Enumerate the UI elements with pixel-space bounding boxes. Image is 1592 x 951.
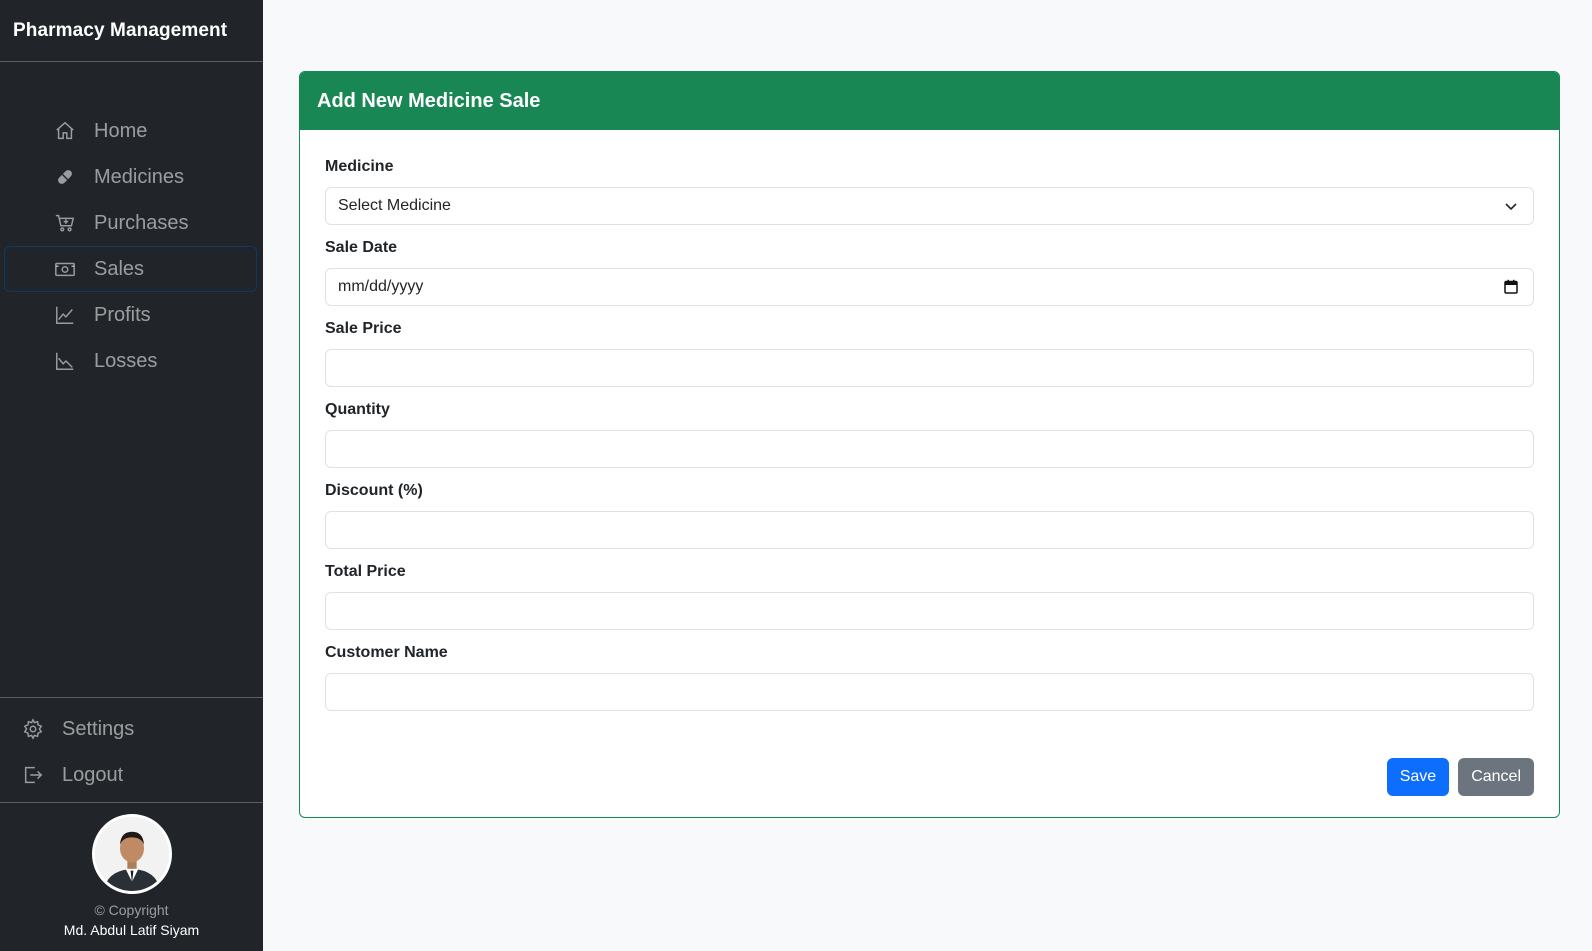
logout-icon xyxy=(22,764,44,786)
author-name: Md. Abdul Latif Siyam xyxy=(63,922,200,938)
customer-name-field: Customer Name xyxy=(325,644,1534,711)
total-price-input[interactable] xyxy=(325,592,1534,630)
calendar-icon[interactable] xyxy=(1503,279,1519,295)
medicine-select[interactable]: Select Medicine xyxy=(325,187,1534,225)
sale-date-placeholder: mm/dd/yyyy xyxy=(338,278,424,295)
sidebar-item-label: Home xyxy=(94,119,148,142)
total-price-field: Total Price xyxy=(325,563,1534,630)
sidebar-item-settings[interactable]: Settings xyxy=(0,706,263,752)
chevron-down-icon xyxy=(1503,198,1519,214)
sidebar-item-label: Settings xyxy=(62,717,135,740)
sidebar-nav: Home Medicines Purchases Sales Profits L… xyxy=(4,108,257,384)
field-label: Total Price xyxy=(325,563,406,580)
quantity-field: Quantity xyxy=(325,401,1534,468)
sidebar-item-label: Profits xyxy=(94,303,151,326)
quantity-input[interactable] xyxy=(325,430,1534,468)
sidebar-item-home[interactable]: Home xyxy=(4,108,257,154)
card-title: Add New Medicine Sale xyxy=(300,72,1559,130)
field-label: Discount (%) xyxy=(325,482,423,499)
field-label: Customer Name xyxy=(325,644,448,661)
sidebar-item-label: Sales xyxy=(94,257,145,280)
sidebar-item-sales[interactable]: Sales xyxy=(4,246,257,292)
medicine-select-value: Select Medicine xyxy=(338,197,451,214)
sale-date-field: Sale Date mm/dd/yyyy xyxy=(325,239,1534,306)
sidebar-item-medicines[interactable]: Medicines xyxy=(4,154,257,200)
capsule-icon xyxy=(54,166,76,188)
avatar xyxy=(91,814,172,894)
sidebar-item-label: Medicines xyxy=(94,165,185,188)
sidebar-item-losses[interactable]: Losses xyxy=(4,338,257,384)
gear-icon xyxy=(22,718,44,740)
profile-section: © Copyright Md. Abdul Latif Siyam xyxy=(0,814,263,938)
form-actions: Save Cancel xyxy=(1386,758,1534,796)
field-label: Sale Price xyxy=(325,320,402,337)
sale-price-field: Sale Price xyxy=(325,320,1534,387)
sidebar-item-label: Losses xyxy=(94,349,158,372)
field-label: Quantity xyxy=(325,401,390,418)
discount-input[interactable] xyxy=(325,511,1534,549)
save-button[interactable]: Save xyxy=(1386,758,1450,796)
copyright-text: © Copyright xyxy=(94,902,169,918)
cart-plus-icon xyxy=(54,212,76,234)
sale-date-input[interactable]: mm/dd/yyyy xyxy=(325,268,1534,306)
sale-form: Medicine Select Medicine Sale Date mm/dd… xyxy=(300,130,1559,711)
field-label: Medicine xyxy=(325,158,394,175)
graph-up-icon xyxy=(54,304,76,326)
discount-field: Discount (%) xyxy=(325,482,1534,549)
sidebar-item-profits[interactable]: Profits xyxy=(4,292,257,338)
sale-price-input[interactable] xyxy=(325,349,1534,387)
sidebar-bottom-nav: Settings Logout xyxy=(0,697,263,803)
cash-icon xyxy=(54,258,76,280)
app-brand[interactable]: Pharmacy Management xyxy=(0,0,263,62)
add-sale-card: Add New Medicine Sale Medicine Select Me… xyxy=(299,71,1560,818)
house-icon xyxy=(54,120,76,142)
cancel-button[interactable]: Cancel xyxy=(1458,758,1534,796)
sidebar: Pharmacy Management Home Medicines Purch… xyxy=(0,0,263,951)
sidebar-item-logout[interactable]: Logout xyxy=(0,752,263,798)
sidebar-item-label: Purchases xyxy=(94,211,189,234)
customer-name-input[interactable] xyxy=(325,673,1534,711)
graph-down-icon xyxy=(54,350,76,372)
sidebar-item-purchases[interactable]: Purchases xyxy=(4,200,257,246)
medicine-field: Medicine Select Medicine xyxy=(325,158,1534,225)
sidebar-item-label: Logout xyxy=(62,763,124,786)
field-label: Sale Date xyxy=(325,239,398,256)
